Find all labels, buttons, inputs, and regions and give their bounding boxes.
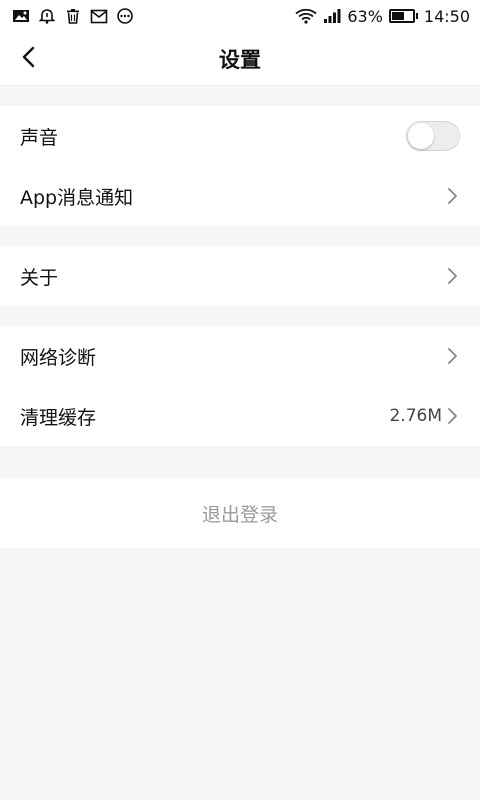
sound-toggle[interactable] <box>406 121 460 151</box>
chevron-right-icon <box>446 186 460 206</box>
page-title: 设置 <box>219 47 261 72</box>
settings-group-tools: 网络诊断 清理缓存 2.76M <box>0 326 480 446</box>
chevron-right-icon <box>446 266 460 286</box>
settings-group-general: 声音 App消息通知 <box>0 106 480 226</box>
back-arrow-icon <box>18 46 40 72</box>
logout-label: 退出登录 <box>201 503 278 526</box>
status-bar: 63% 14:50 <box>0 0 480 32</box>
cache-label: 清理缓存 <box>20 406 97 429</box>
logout-button[interactable]: 退出登录 <box>0 478 480 548</box>
cache-right: 2.76M <box>389 406 460 426</box>
signal-icon <box>323 8 341 24</box>
back-button[interactable] <box>12 42 46 76</box>
clock-text: 14:50 <box>423 6 470 26</box>
mail-icon <box>90 8 108 24</box>
battery-cap <box>415 13 418 19</box>
settings-row-notifications[interactable]: App消息通知 <box>0 166 480 226</box>
settings-row-clear-cache[interactable]: 清理缓存 2.76M <box>0 386 480 446</box>
sound-label: 声音 <box>20 126 59 149</box>
alarm-icon <box>38 8 56 24</box>
image-icon <box>12 8 30 24</box>
wifi-icon <box>295 8 317 24</box>
navigation-bar: 设置 <box>0 32 480 86</box>
about-label: 关于 <box>20 266 59 289</box>
chevron-right-icon <box>446 406 460 426</box>
status-notification-icons <box>12 8 134 24</box>
notification-label: App消息通知 <box>20 186 134 209</box>
trash-icon <box>64 8 82 24</box>
settings-row-network-diagnosis[interactable]: 网络诊断 <box>0 326 480 386</box>
battery-percent-text: 63% <box>347 6 383 26</box>
settings-row-sound: 声音 <box>0 106 480 166</box>
cache-size-value: 2.76M <box>389 406 442 426</box>
battery-icon <box>388 9 418 23</box>
settings-group-about: 关于 <box>0 246 480 306</box>
status-system-indicators: 63% 14:50 <box>295 7 470 26</box>
network-label: 网络诊断 <box>20 346 97 369</box>
chevron-right-icon <box>446 346 460 366</box>
battery-body <box>388 9 415 23</box>
battery-fill <box>391 12 405 20</box>
settings-row-about[interactable]: 关于 <box>0 246 480 306</box>
toggle-knob <box>408 123 434 149</box>
more-dots-icon <box>116 8 134 24</box>
